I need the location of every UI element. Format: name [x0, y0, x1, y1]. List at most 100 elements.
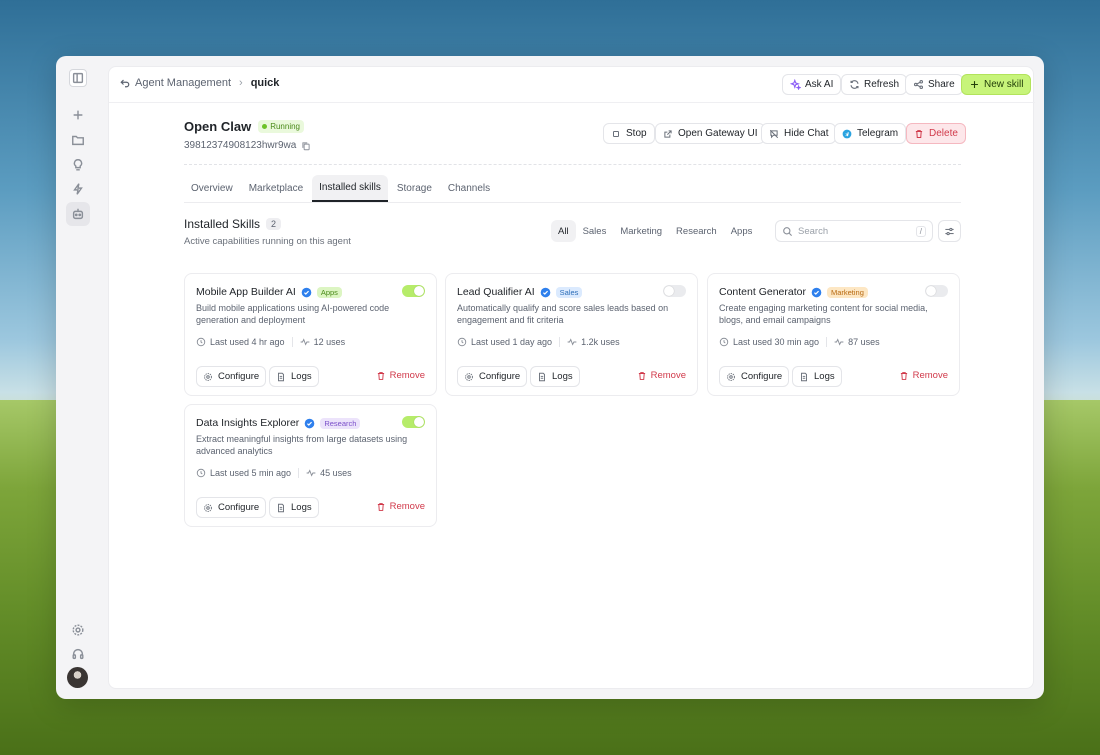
- logs-button[interactable]: Logs: [530, 366, 580, 387]
- configure-button[interactable]: Configure: [196, 497, 267, 518]
- settings-gear-icon[interactable]: [68, 620, 88, 640]
- hide-chat-label: Hide Chat: [784, 128, 829, 139]
- robot-icon[interactable]: [66, 202, 90, 226]
- trash-icon: [915, 129, 923, 138]
- open-gateway-label: Open Gateway UI: [678, 128, 758, 139]
- plus-icon: [971, 81, 978, 88]
- configure-button[interactable]: Configure: [457, 366, 528, 387]
- tab-storage[interactable]: Storage: [390, 175, 439, 201]
- new-skill-label: New skill: [984, 79, 1024, 90]
- tab-marketplace[interactable]: Marketplace: [242, 175, 310, 201]
- ask-ai-label: Ask AI: [805, 79, 834, 90]
- remove-button[interactable]: Remove: [637, 370, 686, 381]
- headset-icon[interactable]: [68, 644, 88, 664]
- verified-badge-icon: [305, 418, 315, 428]
- delete-button[interactable]: Delete: [906, 123, 966, 144]
- logs-button[interactable]: Logs: [269, 366, 319, 387]
- logs-button[interactable]: Logs: [792, 366, 842, 387]
- remove-button[interactable]: Remove: [899, 370, 948, 381]
- tab-installed-skills[interactable]: Installed skills: [312, 175, 388, 202]
- skill-meta: Last used 1 day ago 1.2k uses: [457, 337, 620, 347]
- skill-card: Data Insights Explorer Research Extract …: [184, 404, 437, 527]
- breadcrumb-current: quick: [250, 77, 280, 89]
- agent-title: Open Claw Running: [184, 119, 311, 134]
- external-link-icon: [664, 129, 672, 138]
- main-panel: Agent Management › quick Ask AI Refresh …: [108, 66, 1035, 689]
- skill-title: Content Generator Marketing: [719, 286, 868, 298]
- ask-ai-button[interactable]: Ask AI: [782, 74, 842, 95]
- logs-label: Logs: [814, 371, 835, 382]
- agent-name: Open Claw: [184, 119, 252, 134]
- verified-badge-icon: [301, 287, 312, 297]
- clock-icon: [196, 337, 206, 347]
- count-badge: 2: [266, 218, 282, 230]
- back-arrow-icon[interactable]: [119, 77, 131, 89]
- tab-channels[interactable]: Channels: [441, 175, 497, 201]
- activity-icon: [567, 338, 577, 346]
- tab-overview[interactable]: Overview: [184, 175, 240, 201]
- copy-icon[interactable]: [301, 141, 311, 151]
- telegram-label: Telegram: [857, 128, 899, 139]
- section-title-text: Installed Skills: [184, 217, 261, 231]
- telegram-button[interactable]: Telegram: [834, 123, 907, 144]
- share-button[interactable]: Share: [905, 74, 963, 95]
- lightning-icon[interactable]: [68, 179, 88, 199]
- use-count: 87 uses: [848, 337, 880, 347]
- trash-icon: [377, 371, 384, 380]
- divider: [826, 337, 828, 347]
- hide-chat-button[interactable]: Hide Chat: [761, 123, 837, 144]
- chat-off-icon: [769, 129, 779, 138]
- filter-research[interactable]: Research: [669, 220, 724, 242]
- enable-toggle[interactable]: [925, 285, 948, 297]
- search-shortcut: /: [915, 225, 926, 237]
- folder-icon[interactable]: [68, 130, 88, 150]
- share-icon: [913, 79, 924, 90]
- category-tag: Marketing: [826, 286, 868, 298]
- trash-icon: [638, 371, 645, 380]
- plus-icon[interactable]: [68, 105, 88, 125]
- skill-meta: Last used 30 min ago 87 uses: [719, 337, 880, 347]
- avatar[interactable]: [67, 667, 88, 688]
- filter-settings-button[interactable]: [938, 220, 961, 242]
- skill-name: Content Generator: [719, 286, 806, 298]
- skill-name: Mobile App Builder AI: [196, 286, 296, 298]
- remove-button[interactable]: Remove: [376, 501, 425, 512]
- filter-all[interactable]: All: [551, 220, 576, 242]
- verified-badge-icon: [811, 287, 822, 297]
- telegram-icon: [842, 129, 852, 138]
- stop-button[interactable]: Stop: [603, 123, 655, 144]
- filter-sales[interactable]: Sales: [576, 220, 614, 242]
- remove-label: Remove: [389, 501, 425, 512]
- open-gateway-button[interactable]: Open Gateway UI: [655, 123, 766, 144]
- trash-icon: [900, 371, 907, 380]
- new-skill-button[interactable]: New skill: [961, 74, 1032, 95]
- skill-name: Data Insights Explorer: [196, 417, 300, 429]
- gear-icon: [204, 372, 212, 381]
- remove-label: Remove: [650, 370, 686, 381]
- enable-toggle[interactable]: [402, 416, 425, 428]
- skill-description: Create engaging marketing content for so…: [719, 303, 928, 325]
- enable-toggle[interactable]: [663, 285, 686, 297]
- configure-button[interactable]: Configure: [719, 366, 790, 387]
- configure-button[interactable]: Configure: [196, 366, 267, 387]
- enable-toggle[interactable]: [402, 285, 425, 297]
- gear-icon: [465, 372, 473, 381]
- search-input[interactable]: Search /: [775, 220, 933, 242]
- stop-label: Stop: [626, 128, 647, 139]
- sidebar-toggle-icon[interactable]: [69, 69, 87, 87]
- activity-icon: [306, 469, 316, 477]
- filter-apps[interactable]: Apps: [724, 220, 760, 242]
- breadcrumb-parent[interactable]: Agent Management: [135, 77, 231, 89]
- filter-marketing[interactable]: Marketing: [613, 220, 669, 242]
- divider: [291, 337, 293, 347]
- document-icon: [539, 372, 545, 381]
- logs-label: Logs: [291, 371, 312, 382]
- refresh-button[interactable]: Refresh: [841, 74, 908, 95]
- skill-title: Data Insights Explorer Research: [196, 417, 361, 429]
- logs-button[interactable]: Logs: [269, 497, 319, 518]
- delete-label: Delete: [929, 128, 958, 139]
- lightbulb-icon[interactable]: [68, 155, 88, 175]
- clock-icon: [457, 337, 467, 347]
- remove-button[interactable]: Remove: [376, 370, 425, 381]
- configure-label: Configure: [218, 371, 260, 382]
